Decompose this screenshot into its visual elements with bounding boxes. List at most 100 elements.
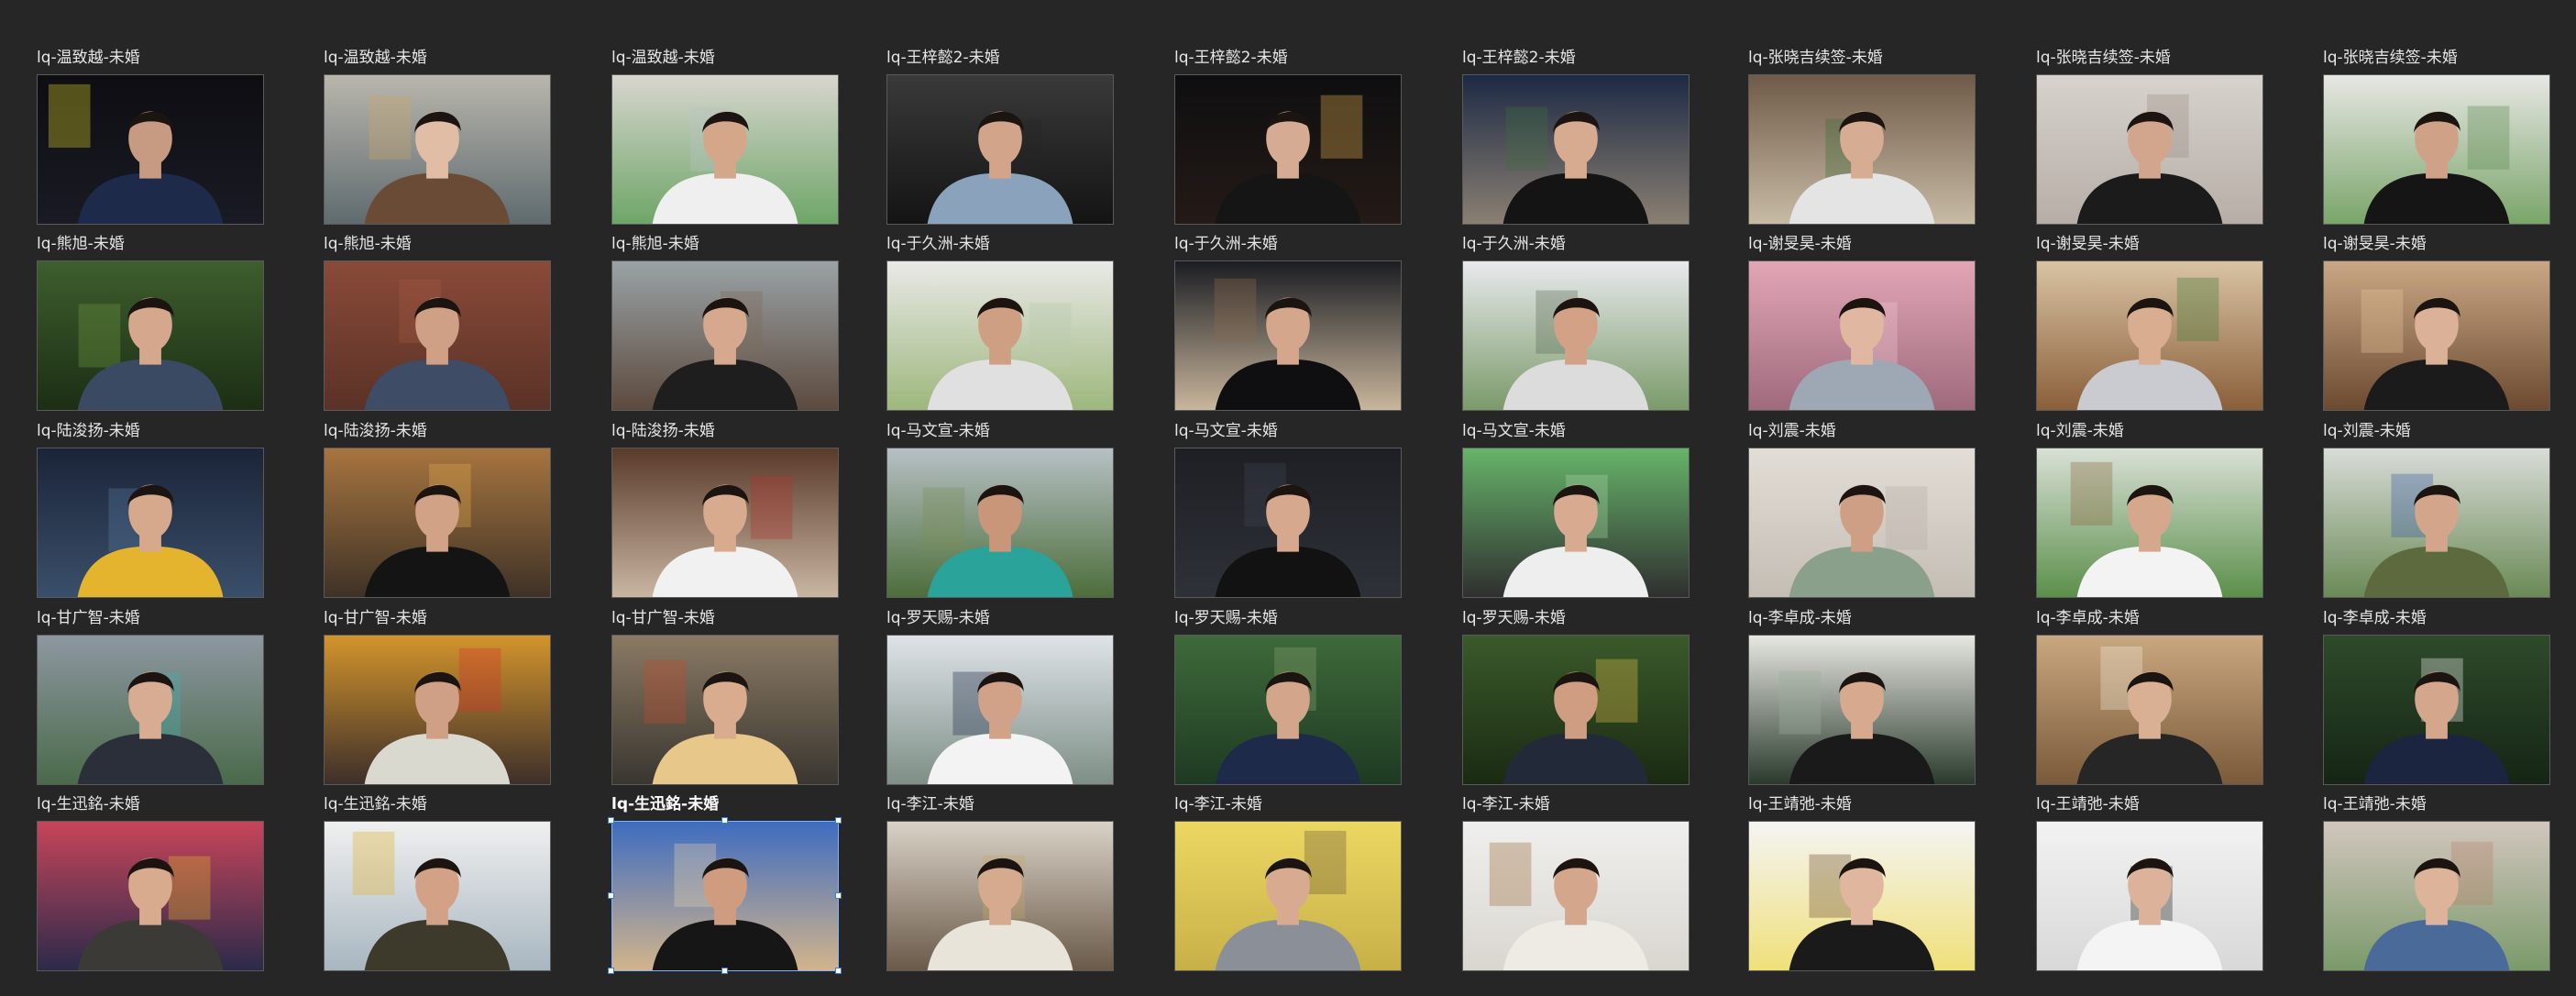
photo-item[interactable]: lq-马文宣-未婚 <box>886 419 1116 603</box>
photo-thumbnail[interactable] <box>2036 260 2263 411</box>
photo-item[interactable]: lq-甘广智-未婚 <box>611 606 841 790</box>
photo-thumbnail[interactable] <box>2323 260 2550 411</box>
selection-handle[interactable] <box>835 817 842 824</box>
photo-thumbnail[interactable] <box>2323 74 2550 225</box>
photo-thumbnail[interactable] <box>1174 448 1402 598</box>
photo-thumbnail[interactable] <box>1748 635 1976 785</box>
photo-item[interactable]: lq-王靖弛-未婚 <box>2036 792 2265 976</box>
photo-item[interactable]: lq-生迅銘-未婚 <box>608 792 842 976</box>
photo-item[interactable]: lq-王靖弛-未婚 <box>2323 792 2552 976</box>
photo-item[interactable]: lq-于久洲-未婚 <box>886 232 1116 415</box>
photo-item[interactable]: lq-生迅銘-未婚 <box>324 792 553 976</box>
photo-item[interactable]: lq-谢旻昊-未婚 <box>2036 232 2265 415</box>
photo-caption: lq-张晓吉续签-未婚 <box>2323 49 2458 67</box>
photo-item[interactable]: lq-于久洲-未婚 <box>1462 232 1691 415</box>
photo-item[interactable]: lq-李江-未婚 <box>1174 792 1404 976</box>
photo-thumbnail[interactable] <box>1748 821 1976 971</box>
photo-thumbnail[interactable] <box>1174 74 1402 225</box>
photo-item[interactable]: lq-刘震-未婚 <box>2323 419 2552 603</box>
photo-thumbnail[interactable] <box>324 448 551 598</box>
selection-handle[interactable] <box>608 817 614 824</box>
photo-item[interactable]: lq-熊旭-未婚 <box>324 232 553 415</box>
photo-thumbnail[interactable] <box>1462 74 1690 225</box>
photo-thumbnail[interactable] <box>886 260 1114 411</box>
photo-thumbnail[interactable] <box>1174 821 1402 971</box>
photo-thumbnail[interactable] <box>324 635 551 785</box>
photo-caption: lq-张晓吉续签-未婚 <box>1748 49 1883 67</box>
photo-item[interactable]: lq-张晓吉续签-未婚 <box>2323 46 2552 229</box>
selection-handle[interactable] <box>721 968 728 974</box>
photo-thumbnail[interactable] <box>324 821 551 971</box>
photo-item[interactable]: lq-温致越-未婚 <box>611 46 841 229</box>
photo-thumbnail[interactable] <box>37 74 264 225</box>
photo-thumbnail[interactable] <box>886 635 1114 785</box>
photo-item[interactable]: lq-马文宣-未婚 <box>1462 419 1691 603</box>
photo-thumbnail[interactable] <box>611 74 839 225</box>
selection-handle[interactable] <box>608 892 614 899</box>
photo-thumbnail[interactable] <box>1748 260 1976 411</box>
photo-item[interactable]: lq-生迅銘-未婚 <box>37 792 266 976</box>
photo-thumbnail[interactable] <box>1462 260 1690 411</box>
photo-item[interactable]: lq-张晓吉续签-未婚 <box>2036 46 2265 229</box>
photo-thumbnail[interactable] <box>1462 448 1690 598</box>
photo-item[interactable]: lq-熊旭-未婚 <box>611 232 841 415</box>
photo-item[interactable]: lq-马文宣-未婚 <box>1174 419 1404 603</box>
photo-item[interactable]: lq-温致越-未婚 <box>324 46 553 229</box>
photo-item[interactable]: lq-罗天赐-未婚 <box>886 606 1116 790</box>
photo-thumbnail[interactable] <box>611 821 839 971</box>
photo-thumbnail[interactable] <box>2036 821 2263 971</box>
photo-thumbnail[interactable] <box>37 635 264 785</box>
selection-handle[interactable] <box>721 817 728 824</box>
photo-thumbnail[interactable] <box>2323 448 2550 598</box>
photo-thumbnail[interactable] <box>611 448 839 598</box>
photo-item[interactable]: lq-王梓懿2-未婚 <box>886 46 1116 229</box>
photo-item[interactable]: lq-刘震-未婚 <box>1748 419 1977 603</box>
photo-thumbnail[interactable] <box>1174 635 1402 785</box>
photo-thumbnail[interactable] <box>1462 635 1690 785</box>
selection-handle[interactable] <box>835 968 842 974</box>
photo-item[interactable]: lq-李江-未婚 <box>1462 792 1691 976</box>
photo-item[interactable]: lq-熊旭-未婚 <box>37 232 266 415</box>
photo-item[interactable]: lq-张晓吉续签-未婚 <box>1748 46 1977 229</box>
photo-item[interactable]: lq-甘广智-未婚 <box>37 606 266 790</box>
selection-handle[interactable] <box>835 892 842 899</box>
photo-thumbnail[interactable] <box>886 448 1114 598</box>
photo-thumbnail[interactable] <box>886 821 1114 971</box>
photo-item[interactable]: lq-李卓成-未婚 <box>2323 606 2552 790</box>
photo-item[interactable]: lq-陆浚扬-未婚 <box>37 419 266 603</box>
photo-thumbnail[interactable] <box>37 448 264 598</box>
photo-thumbnail[interactable] <box>1748 74 1976 225</box>
photo-thumbnail[interactable] <box>2036 448 2263 598</box>
photo-item[interactable]: lq-甘广智-未婚 <box>324 606 553 790</box>
photo-thumbnail[interactable] <box>37 821 264 971</box>
photo-thumbnail[interactable] <box>886 74 1114 225</box>
photo-item[interactable]: lq-王靖弛-未婚 <box>1748 792 1977 976</box>
photo-thumbnail[interactable] <box>1174 260 1402 411</box>
photo-thumbnail[interactable] <box>1462 821 1690 971</box>
photo-thumbnail[interactable] <box>2036 635 2263 785</box>
photo-thumbnail[interactable] <box>2036 74 2263 225</box>
photo-thumbnail[interactable] <box>611 635 839 785</box>
photo-item[interactable]: lq-刘震-未婚 <box>2036 419 2265 603</box>
selection-handle[interactable] <box>608 968 614 974</box>
photo-thumbnail[interactable] <box>2323 635 2550 785</box>
photo-thumbnail[interactable] <box>611 260 839 411</box>
photo-item[interactable]: lq-陆浚扬-未婚 <box>324 419 553 603</box>
photo-item[interactable]: lq-谢旻昊-未婚 <box>2323 232 2552 415</box>
photo-item[interactable]: lq-李卓成-未婚 <box>1748 606 1977 790</box>
photo-item[interactable]: lq-李卓成-未婚 <box>2036 606 2265 790</box>
photo-item[interactable]: lq-王梓懿2-未婚 <box>1174 46 1404 229</box>
photo-thumbnail[interactable] <box>37 260 264 411</box>
photo-thumbnail[interactable] <box>1748 448 1976 598</box>
photo-item[interactable]: lq-罗天赐-未婚 <box>1462 606 1691 790</box>
photo-item[interactable]: lq-陆浚扬-未婚 <box>611 419 841 603</box>
photo-item[interactable]: lq-于久洲-未婚 <box>1174 232 1404 415</box>
photo-thumbnail[interactable] <box>324 260 551 411</box>
photo-item[interactable]: lq-温致越-未婚 <box>37 46 266 229</box>
photo-item[interactable]: lq-罗天赐-未婚 <box>1174 606 1404 790</box>
photo-item[interactable]: lq-王梓懿2-未婚 <box>1462 46 1691 229</box>
photo-item[interactable]: lq-李江-未婚 <box>886 792 1116 976</box>
photo-item[interactable]: lq-谢旻昊-未婚 <box>1748 232 1977 415</box>
photo-thumbnail[interactable] <box>2323 821 2550 971</box>
photo-thumbnail[interactable] <box>324 74 551 225</box>
